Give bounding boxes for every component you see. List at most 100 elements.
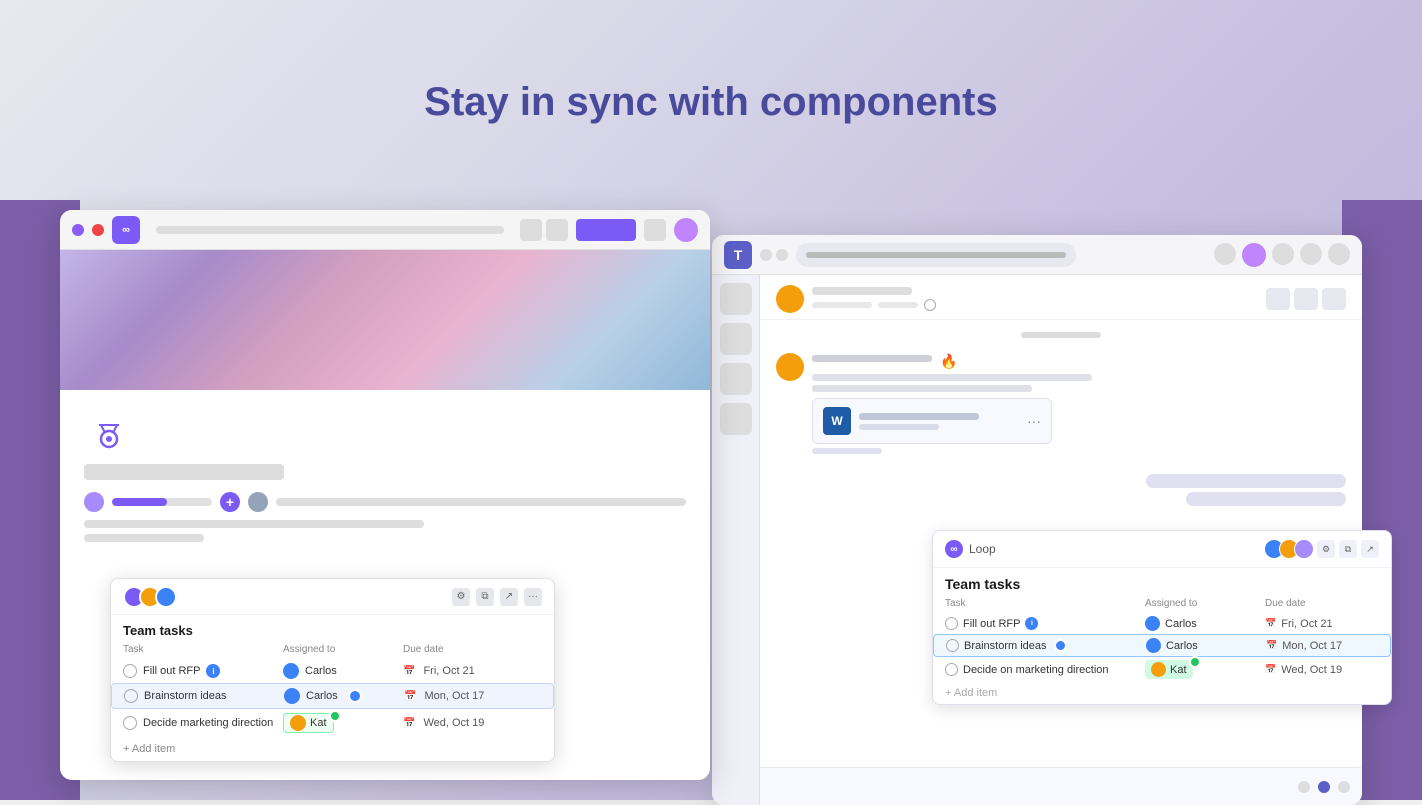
loop-assigned-2: Carlos — [1146, 638, 1266, 653]
teams-header-buttons — [1266, 288, 1346, 310]
loop-progress-bar — [112, 498, 212, 506]
loop-card-avatar-3 — [1294, 539, 1314, 559]
task-row-3[interactable]: Decide marketing direction Kat 📅 Wed, Oc… — [111, 709, 554, 737]
loop-cursor-blue — [1054, 639, 1067, 652]
task-assigned-2: Carlos — [284, 688, 404, 704]
teams-icon-2[interactable] — [1272, 243, 1294, 265]
loop-card-icons: ⚙ ⧉ ↗ — [1317, 540, 1379, 558]
teams-channel-name-bars — [812, 287, 936, 311]
loop-logo: ∞ — [112, 216, 140, 244]
teams-dot-1[interactable] — [760, 249, 772, 261]
task-date-1: 📅 Fri, Oct 21 — [403, 665, 503, 677]
loop-date-1: 📅 Fri, Oct 21 — [1265, 618, 1365, 630]
task-checkbox-1[interactable] — [123, 664, 137, 678]
task-assignee-avatar-1 — [283, 663, 299, 679]
teams-bottom-dot-3[interactable] — [1338, 781, 1350, 793]
teams-header-btn-1[interactable] — [1266, 288, 1290, 310]
teams-doc-more-btn[interactable]: ··· — [1027, 413, 1041, 429]
loop-task-row-1[interactable]: Fill out RFP i Carlos 📅 Fri, Oct 21 — [933, 613, 1391, 634]
loop-toolbar-icon2[interactable] — [546, 219, 568, 241]
teams-msg-content-1: 🔥 W ··· — [812, 353, 1346, 454]
loop-card-app-name: Loop — [969, 542, 996, 556]
task-row-2[interactable]: Brainstorm ideas Carlos 📅 Mon, Oct 17 — [111, 683, 554, 709]
task-table-cols: Task Assigned to Due date — [111, 642, 554, 657]
teams-msg-row-1: 🔥 W ··· — [776, 353, 1346, 454]
teams-bottom-dot-1[interactable] — [1298, 781, 1310, 793]
loop-checkbox-2[interactable] — [946, 639, 959, 652]
loop-avatar-kat — [1151, 662, 1166, 677]
loop-toolbar-icon3[interactable] — [644, 219, 666, 241]
task-icon-copy[interactable]: ⧉ — [476, 588, 494, 606]
traffic-light-purple[interactable] — [72, 224, 84, 236]
loop-card-icon-share[interactable]: ↗ — [1361, 540, 1379, 558]
task-assigned-3: Kat — [283, 713, 403, 733]
loop-progress-row: + — [84, 492, 686, 512]
loop-progress-avatar — [84, 492, 104, 512]
task-row-1[interactable]: Fill out RFP i Carlos 📅 Fri, Oct 21 — [111, 659, 554, 683]
loop-toolbar-icon1[interactable] — [520, 219, 542, 241]
loop-cursor-green — [1189, 656, 1201, 668]
loop-checkbox-1[interactable] — [945, 617, 958, 630]
col-task: Task — [123, 642, 283, 657]
task-checkbox-3[interactable] — [123, 716, 137, 730]
teams-header-btn-2[interactable] — [1294, 288, 1318, 310]
loop-user-avatar — [674, 218, 698, 242]
teams-channel-header — [760, 275, 1362, 320]
teams-sidebar-icon-4[interactable] — [720, 403, 752, 435]
loop-card-title: Team tasks — [933, 568, 1391, 596]
loop-task-row-2[interactable]: Brainstorm ideas Carlos 📅 Mon, Oct 17 — [933, 634, 1391, 657]
page-title: Stay in sync with components — [424, 80, 997, 125]
loop-card-icon-settings[interactable]: ⚙ — [1317, 540, 1335, 558]
loop-card-icon-copy[interactable]: ⧉ — [1339, 540, 1357, 558]
loop-page-title-bar — [84, 464, 284, 480]
task-checkbox-2[interactable] — [124, 689, 138, 703]
teams-emoji-1: 🔥 — [940, 353, 957, 370]
loop-add-item[interactable]: + Add item — [933, 682, 1391, 704]
task-icon-more[interactable]: ··· — [524, 588, 542, 606]
task-badge-1: i — [206, 664, 220, 678]
teams-reply-bar[interactable] — [812, 448, 882, 454]
loop-hero-image — [60, 250, 710, 390]
traffic-light-red[interactable] — [92, 224, 104, 236]
task-table-header-left — [123, 586, 171, 608]
task-add-item[interactable]: + Add item — [111, 737, 554, 761]
task-assignee-avatar-2 — [284, 688, 300, 704]
teams-icon-4[interactable] — [1328, 243, 1350, 265]
teams-doc-info — [859, 413, 1019, 430]
teams-icon-3[interactable] — [1300, 243, 1322, 265]
loop-col-task: Task — [945, 596, 1145, 611]
loop-url-bar[interactable] — [156, 226, 504, 234]
teams-doc-card: W ··· — [812, 398, 1052, 444]
task-assigned-1: Carlos — [283, 663, 403, 679]
teams-dot-2[interactable] — [776, 249, 788, 261]
loop-add-button[interactable]: + — [220, 492, 240, 512]
task-icon-share[interactable]: ↗ — [500, 588, 518, 606]
loop-task-row-3[interactable]: Decide on marketing direction Kat 📅 Wed,… — [933, 657, 1391, 682]
loop-content: + — [60, 390, 710, 564]
loop-titlebar: ∞ — [60, 210, 710, 250]
teams-sidebar-icon-2[interactable] — [720, 323, 752, 355]
loop-card-header: ∞ Loop ⚙ ⧉ ↗ — [933, 531, 1391, 568]
loop-assigned-3: Kat — [1145, 660, 1265, 679]
teams-nav-dots — [760, 249, 788, 261]
teams-header-btn-3[interactable] — [1322, 288, 1346, 310]
teams-msg-avatar-1 — [776, 353, 804, 381]
loop-text-bar-1 — [84, 520, 424, 528]
loop-share-button[interactable] — [576, 219, 636, 241]
teams-chat-area: 🔥 W ··· — [760, 320, 1362, 516]
col-date: Due date — [403, 642, 503, 657]
cursor-blue — [348, 689, 362, 703]
teams-sidebar-icon-1[interactable] — [720, 283, 752, 315]
task-header-icons: ⚙ ⧉ ↗ ··· — [452, 588, 542, 606]
teams-icon-1[interactable] — [1214, 243, 1236, 265]
task-table-title: Team tasks — [111, 615, 554, 642]
task-icon-settings[interactable]: ⚙ — [452, 588, 470, 606]
loop-checkbox-3[interactable] — [945, 663, 958, 676]
teams-user-avatar[interactable] — [1242, 243, 1266, 267]
task-table-header-bar: ⚙ ⧉ ↗ ··· — [111, 579, 554, 615]
teams-channel-avatar — [776, 285, 804, 313]
teams-sidebar-icon-3[interactable] — [720, 363, 752, 395]
loop-card-avatars — [1264, 539, 1309, 559]
teams-bottom-dot-2[interactable] — [1318, 781, 1330, 793]
teams-search-bar[interactable] — [796, 243, 1076, 267]
